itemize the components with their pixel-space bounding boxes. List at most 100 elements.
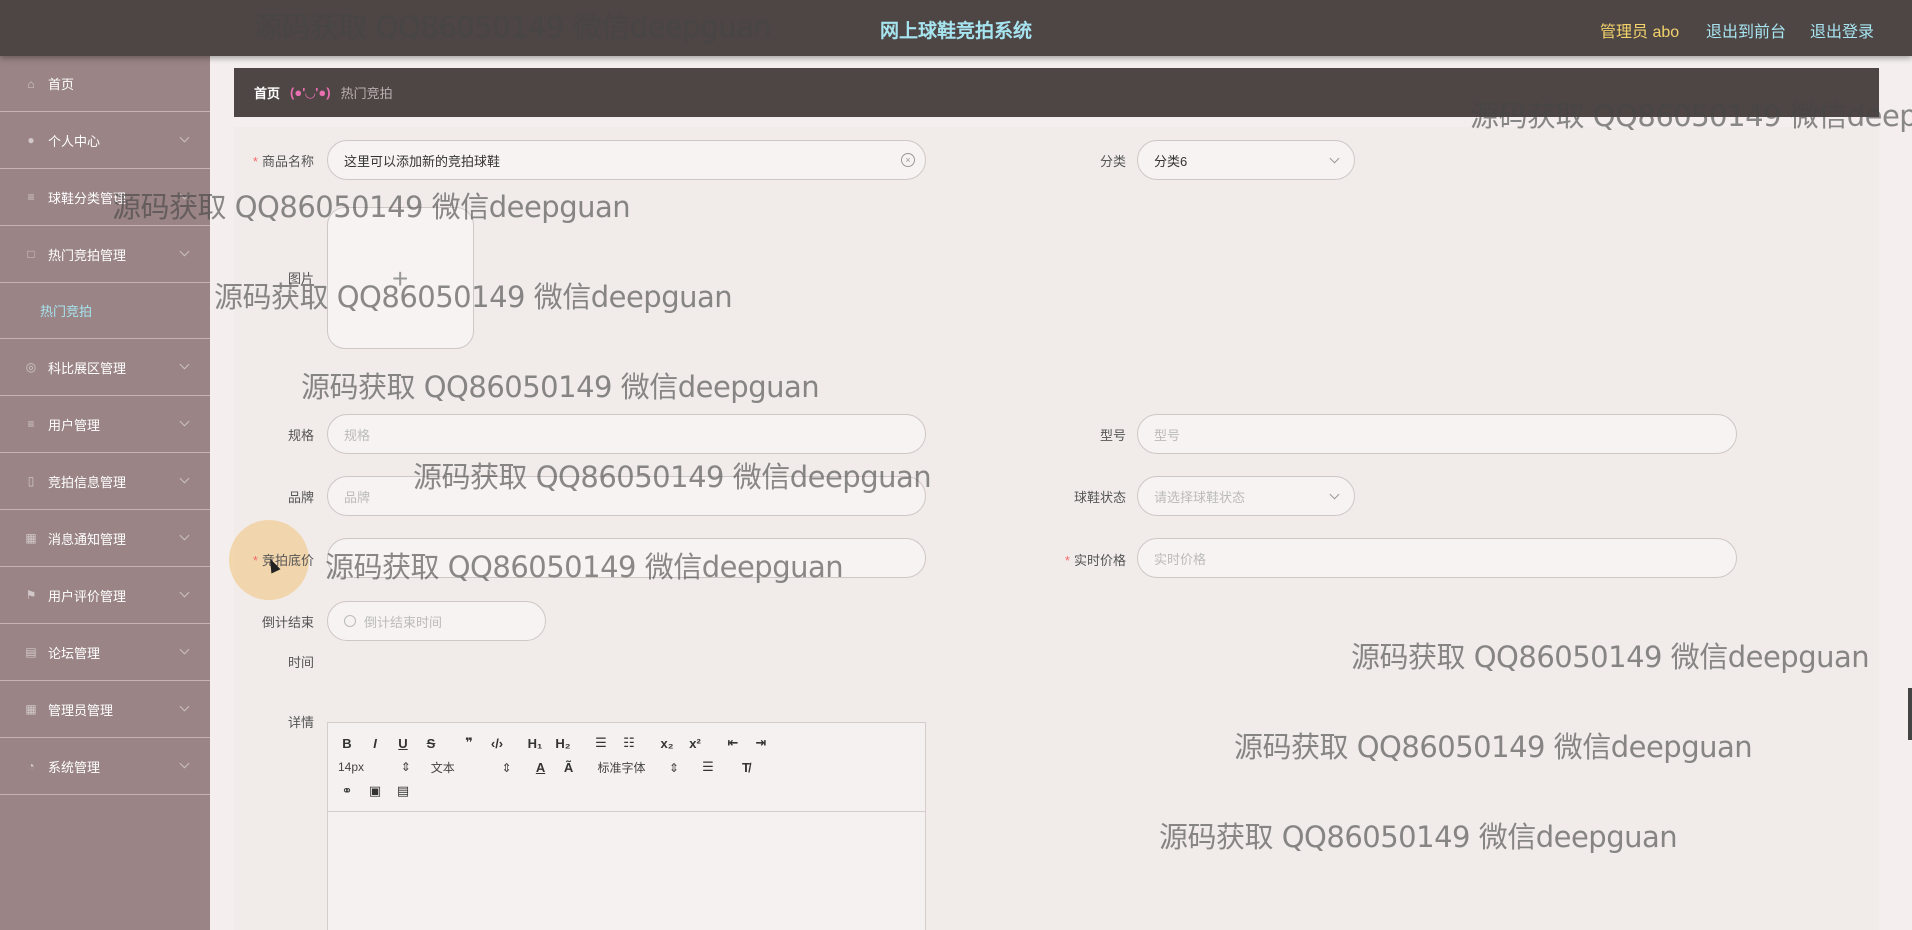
outdent-icon[interactable]: ⇤ — [724, 735, 742, 751]
indent-icon[interactable]: ⇥ — [752, 735, 770, 751]
ordered-list-icon[interactable]: ☰ — [592, 735, 610, 751]
background-color-icon[interactable]: Ã — [560, 760, 578, 775]
image-icon[interactable]: ▣ — [366, 783, 384, 799]
breadcrumb-home[interactable]: 首页 — [254, 83, 280, 102]
sidebar-item-home[interactable]: ⌂ 首页 — [0, 56, 210, 112]
chevron-down-icon — [179, 132, 190, 143]
link-icon[interactable]: ⚭ — [338, 783, 356, 799]
code-icon[interactable]: ‹/› — [488, 736, 506, 751]
sidebar-item-label: 球鞋分类管理 — [48, 190, 127, 206]
underline-icon[interactable]: U — [394, 736, 412, 751]
realtime-price-label: * 实时价格 — [1064, 553, 1126, 568]
sidebar-item-label: 用户管理 — [48, 417, 101, 433]
gallery-icon: ◎ — [25, 360, 37, 374]
spec-label: 规格 — [287, 428, 314, 443]
video-icon[interactable]: ▤ — [394, 783, 412, 799]
sidebar-item-admins[interactable]: ▦ 管理员管理 — [0, 681, 210, 738]
sidebar-item-messages[interactable]: ▦ 消息通知管理 — [0, 510, 210, 567]
align-icon[interactable]: ☰ — [699, 759, 717, 775]
spec-input[interactable]: 规格 — [327, 414, 926, 454]
brand-placeholder: 品牌 — [344, 489, 371, 505]
admin-icon: ▦ — [25, 702, 37, 716]
italic-icon[interactable]: I — [366, 736, 384, 751]
sidebar-item-label: 论坛管理 — [48, 645, 101, 661]
realtime-price-input[interactable]: 实时价格 — [1137, 538, 1737, 578]
bold-icon[interactable]: B — [338, 736, 356, 751]
logout-link[interactable]: 退出登录 — [1810, 18, 1874, 42]
sidebar-item-personal-center[interactable]: ● 个人中心 — [0, 112, 210, 169]
sidebar-item-kobe-gallery[interactable]: ◎ 科比展区管理 — [0, 339, 210, 396]
sidebar-item-label: 系统管理 — [48, 759, 101, 775]
base-price-input[interactable] — [327, 538, 926, 578]
chevron-down-icon — [179, 359, 190, 370]
chevron-down-icon — [179, 587, 190, 598]
subscript-icon[interactable]: x₂ — [658, 736, 676, 751]
sidebar-item-reviews[interactable]: ⚑ 用户评价管理 — [0, 567, 210, 624]
sidebar-item-label: 竞拍信息管理 — [48, 474, 127, 490]
superscript-icon[interactable]: x² — [686, 736, 704, 751]
bullet-list-icon[interactable]: ☷ — [620, 735, 638, 751]
heading2-icon[interactable]: H₂ — [554, 736, 572, 751]
sidebar-item-label: 管理员管理 — [48, 702, 114, 718]
page-scrollbar[interactable] — [1908, 688, 1912, 740]
sidebar-item-hot-auction[interactable]: □ 热门竞拍管理 — [0, 226, 210, 283]
rich-text-editor[interactable]: B I U S ❞ ‹/› H₁ H₂ ☰ ☷ x₂ x² ⇤ ⇥ 14px ⇕… — [327, 722, 926, 930]
quote-icon[interactable]: ❞ — [460, 735, 478, 751]
chevron-down-icon — [1329, 489, 1340, 500]
product-name-input[interactable]: 这里可以添加新的竞拍球鞋 × — [327, 140, 926, 180]
image-upload[interactable]: + — [327, 207, 474, 349]
sidebar-item-label: 首页 — [48, 77, 75, 92]
shoe-status-label: 球鞋状态 — [1073, 490, 1126, 505]
chevron-down-icon — [179, 246, 190, 257]
top-header: 网上球鞋竞拍系统 管理员 abo 退出到前台 退出登录 — [0, 0, 1912, 56]
sidebar-item-label: 个人中心 — [48, 133, 101, 149]
model-label: 型号 — [1099, 428, 1126, 443]
chevron-down-icon — [179, 189, 190, 200]
sidebar-item-system[interactable]: ◔ 系统管理 — [0, 738, 210, 795]
font-family-select[interactable]: 标准字体 ⇕ — [598, 759, 679, 776]
sidebar-item-auction-info[interactable]: ▯ 竞拍信息管理 — [0, 453, 210, 510]
spec-placeholder: 规格 — [344, 427, 371, 443]
breadcrumb-separator: (●'◡'●) — [290, 84, 331, 100]
product-name-value: 这里可以添加新的竞拍球鞋 — [344, 153, 501, 169]
category-value: 分类6 — [1154, 153, 1188, 169]
clear-icon[interactable]: × — [901, 153, 915, 167]
editor-toolbar: B I U S ❞ ‹/› H₁ H₂ ☰ ☷ x₂ x² ⇤ ⇥ 14px ⇕… — [328, 723, 925, 812]
category-label: 分类 — [1099, 154, 1126, 169]
shoe-status-select[interactable]: 请选择球鞋状态 — [1137, 476, 1355, 516]
auction-icon: □ — [27, 247, 35, 261]
model-input[interactable]: 型号 — [1137, 414, 1737, 454]
strikethrough-icon[interactable]: S — [422, 736, 440, 751]
admin-user-label[interactable]: 管理员 abo — [1600, 18, 1679, 42]
brand-label: 品牌 — [287, 490, 314, 505]
exit-to-front-link[interactable]: 退出到前台 — [1706, 18, 1786, 42]
flag-icon: ⚑ — [25, 588, 37, 602]
font-size-select[interactable]: 14px ⇕ — [338, 760, 411, 774]
sidebar: ⌂ 首页 ● 个人中心 ≡ 球鞋分类管理 □ 热门竞拍管理 热门竞拍 ◎ 科比展… — [0, 56, 210, 930]
sidebar-item-forum[interactable]: ▤ 论坛管理 — [0, 624, 210, 681]
sidebar-item-label: 用户评价管理 — [48, 588, 127, 604]
sidebar-item-users[interactable]: ≡ 用户管理 — [0, 396, 210, 453]
countdown-picker[interactable]: 倒计结束时间 — [327, 601, 546, 641]
chevron-down-icon — [179, 530, 190, 541]
clear-format-icon[interactable]: T̸ — [737, 760, 755, 775]
user-icon: ● — [27, 133, 35, 147]
category-select[interactable]: 分类6 — [1137, 140, 1355, 180]
shoe-status-placeholder: 请选择球鞋状态 — [1154, 489, 1246, 505]
heading1-icon[interactable]: H₁ — [526, 736, 544, 751]
info-icon: ▯ — [27, 474, 35, 488]
breadcrumb-current: 热门竞拍 — [340, 86, 393, 101]
list-icon: ≡ — [27, 417, 35, 431]
font-color-icon[interactable]: A — [532, 760, 550, 775]
plus-icon: + — [392, 263, 409, 294]
home-icon: ⌂ — [27, 76, 35, 91]
image-label: 图片 — [287, 271, 314, 286]
brand-input[interactable]: 品牌 — [327, 476, 926, 516]
paragraph-select[interactable]: 文本 ⇕ — [431, 759, 512, 776]
sidebar-item-category[interactable]: ≡ 球鞋分类管理 — [0, 169, 210, 226]
message-icon: ▦ — [25, 531, 37, 545]
detail-label: 详情 — [287, 715, 314, 730]
sidebar-item-label: 科比展区管理 — [48, 360, 127, 376]
chevron-down-icon — [179, 758, 190, 769]
sidebar-subitem-hot-auction[interactable]: 热门竞拍 — [0, 283, 210, 339]
